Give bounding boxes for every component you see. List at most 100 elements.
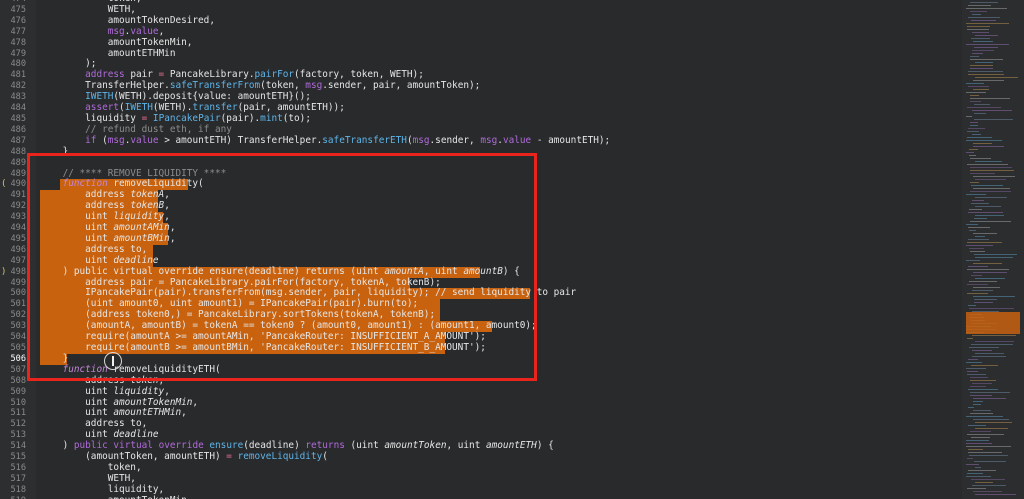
minimap-line bbox=[975, 428, 1008, 429]
code-editor[interactable]: 474 token,475 WETH,476 amountTokenDesire… bbox=[0, 0, 1024, 499]
line-number: 509 bbox=[10, 386, 26, 397]
code-token: WETH, bbox=[40, 472, 136, 484]
minimap-line bbox=[975, 215, 1004, 216]
minimap-line bbox=[970, 386, 986, 387]
minimap-line bbox=[971, 437, 990, 438]
minimap-line bbox=[974, 218, 987, 219]
code-line[interactable]: 479 amountETHMin bbox=[0, 47, 960, 60]
minimap[interactable] bbox=[962, 0, 1024, 499]
code-token: virtual bbox=[113, 440, 153, 452]
line-number: 496 bbox=[10, 244, 26, 255]
minimap-line bbox=[974, 461, 1006, 462]
minimap-line bbox=[970, 65, 993, 66]
minimap-line bbox=[967, 29, 989, 30]
code-token: TransferHelper. bbox=[40, 80, 170, 92]
minimap-line bbox=[969, 155, 976, 156]
code-token: liquidity bbox=[40, 112, 142, 124]
code-token: ( bbox=[322, 451, 328, 463]
minimap-line bbox=[971, 479, 1005, 480]
code-token: (token, bbox=[260, 80, 306, 92]
code-token: public bbox=[73, 440, 108, 452]
minimap-line bbox=[971, 365, 998, 366]
minimap-line bbox=[973, 188, 1010, 189]
line-number: 486 bbox=[10, 124, 26, 135]
minimap-line bbox=[973, 296, 1015, 297]
line-number: 480 bbox=[10, 59, 26, 70]
minimap-line bbox=[970, 2, 998, 3]
minimap-line bbox=[970, 122, 978, 123]
code-token: msg bbox=[412, 134, 430, 146]
line-number: 507 bbox=[10, 364, 26, 375]
code-token: value bbox=[130, 134, 159, 146]
code-token: .sender, bbox=[429, 134, 481, 146]
minimap-line bbox=[967, 164, 1008, 165]
minimap-line bbox=[975, 62, 993, 63]
minimap-line bbox=[971, 275, 982, 276]
code-token: amountETHMin bbox=[40, 47, 176, 59]
code-token: IPancakePair bbox=[152, 112, 221, 124]
line-number: 487 bbox=[10, 135, 26, 146]
minimap-line bbox=[967, 242, 1002, 243]
minimap-line bbox=[975, 341, 1014, 342]
minimap-line bbox=[966, 83, 984, 84]
minimap-line bbox=[973, 419, 1009, 420]
minimap-line bbox=[969, 455, 1008, 456]
minimap-line bbox=[975, 179, 1006, 180]
minimap-line bbox=[967, 293, 988, 294]
minimap-line bbox=[968, 470, 996, 471]
minimap-line bbox=[969, 230, 976, 231]
minimap-line bbox=[972, 290, 993, 291]
code-line[interactable]: 515 (amountToken, amountETH) = removeLiq… bbox=[0, 451, 960, 463]
code-token: safeTransferFrom bbox=[169, 80, 261, 92]
minimap-line bbox=[966, 362, 982, 363]
code-token: amountTokenMin, bbox=[40, 495, 193, 499]
minimap-line bbox=[968, 359, 978, 360]
minimap-line bbox=[966, 416, 1003, 417]
code-token: IWETH bbox=[85, 91, 114, 103]
minimap-line bbox=[971, 344, 1013, 345]
minimap-line bbox=[973, 89, 989, 90]
minimap-line bbox=[972, 383, 992, 384]
minimap-line bbox=[973, 143, 992, 144]
line-number: 484 bbox=[10, 103, 26, 114]
code-token: ); bbox=[40, 58, 97, 70]
minimap-line bbox=[966, 140, 1002, 141]
code-token: value bbox=[502, 134, 532, 146]
minimap-line bbox=[968, 5, 991, 6]
code-token: safeTransferETH bbox=[322, 134, 407, 146]
minimap-line bbox=[972, 110, 1012, 111]
minimap-line bbox=[970, 167, 1012, 168]
minimap-line bbox=[973, 491, 1002, 492]
minimap-line bbox=[975, 422, 1012, 423]
minimap-line bbox=[966, 443, 992, 444]
minimap-line bbox=[972, 485, 1006, 486]
minimap-line bbox=[974, 104, 990, 105]
minimap-line bbox=[973, 404, 981, 405]
minimap-line bbox=[966, 476, 991, 477]
minimap-line bbox=[967, 458, 973, 459]
minimap-line bbox=[971, 203, 989, 204]
minimap-line bbox=[970, 101, 981, 102]
code-line[interactable]: 487 if (msg.value > amountETH) TransferH… bbox=[0, 134, 960, 147]
code-token: , bbox=[158, 25, 165, 37]
minimap-line bbox=[973, 233, 997, 234]
minimap-line bbox=[974, 119, 1013, 120]
code-token: msg bbox=[480, 134, 498, 146]
line-number: 489 bbox=[10, 168, 26, 179]
minimap-line bbox=[974, 47, 998, 48]
line-number: 514 bbox=[10, 441, 26, 452]
code-token: amountTokenMin, bbox=[40, 36, 193, 48]
minimap-line bbox=[968, 74, 1004, 75]
minimap-line bbox=[966, 368, 986, 369]
minimap-line bbox=[970, 59, 1003, 60]
minimap-selection bbox=[966, 312, 1020, 334]
code-line[interactable]: 516 token, bbox=[0, 462, 960, 474]
minimap-line bbox=[972, 350, 992, 351]
line-number: 516 bbox=[10, 462, 26, 473]
minimap-line bbox=[966, 44, 1009, 45]
code-token: (WETH). bbox=[152, 102, 193, 114]
code-token: (pair). bbox=[220, 112, 261, 124]
line-number: 477 bbox=[10, 26, 26, 37]
minimap-line bbox=[968, 305, 976, 306]
